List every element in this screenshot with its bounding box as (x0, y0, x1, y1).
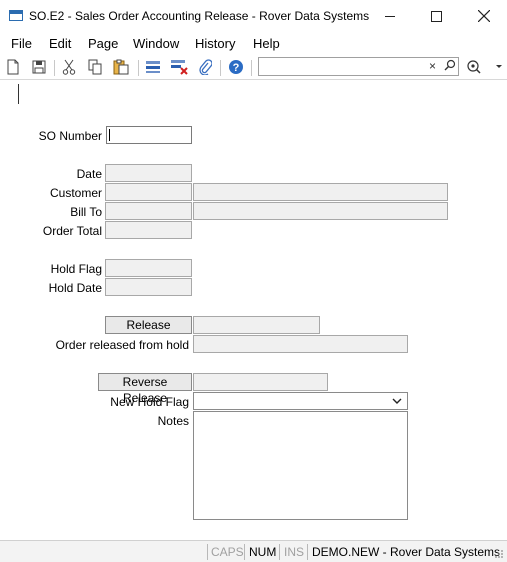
status-separator (307, 544, 308, 560)
attach-icon[interactable] (196, 58, 214, 76)
menu-help[interactable]: Help (253, 36, 280, 51)
bill-to-field[interactable] (105, 202, 192, 220)
new-document-icon[interactable] (4, 58, 22, 76)
order-released-label: Order released from hold (55, 338, 189, 352)
so-number-label: SO Number (38, 129, 102, 143)
minimize-button[interactable] (367, 0, 413, 32)
svg-text:?: ? (233, 62, 240, 74)
order-total-label: Order Total (42, 224, 102, 238)
resize-grip-icon[interactable] (494, 549, 504, 559)
system-indicator: DEMO.NEW - Rover Data Systems (312, 545, 501, 559)
cut-icon[interactable] (60, 58, 78, 76)
date-label: Date (76, 167, 102, 181)
order-total-field[interactable] (105, 221, 192, 239)
date-field[interactable] (105, 164, 192, 182)
hold-date-label: Hold Date (48, 281, 102, 295)
bill-to-name-field (193, 202, 448, 220)
menu-page[interactable]: Page (88, 36, 118, 51)
toolbar-separator (54, 60, 55, 76)
title-bar: SO.E2 - Sales Order Accounting Release -… (0, 0, 507, 32)
bill-to-label: Bill To (70, 205, 102, 219)
delete-row-icon[interactable] (170, 58, 188, 76)
ins-indicator: INS (284, 545, 305, 559)
status-separator (207, 544, 208, 560)
new-hold-flag-label: New Hold Flag (110, 395, 189, 409)
menu-edit[interactable]: Edit (49, 36, 71, 51)
menu-window[interactable]: Window (133, 36, 179, 51)
customer-name-field (193, 183, 448, 201)
customer-field[interactable] (105, 183, 192, 201)
toolbar-separator (251, 60, 252, 76)
hold-flag-label: Hold Flag (50, 262, 102, 276)
status-separator (279, 544, 280, 560)
order-released-field (193, 335, 408, 353)
window-title: SO.E2 - Sales Order Accounting Release -… (29, 9, 370, 23)
insert-row-icon[interactable] (144, 58, 162, 76)
search-options-icon[interactable] (466, 58, 484, 76)
so-number-field[interactable] (106, 126, 192, 144)
hold-flag-field[interactable] (105, 259, 192, 277)
minimize-icon (385, 15, 395, 17)
chevron-down-icon[interactable] (490, 58, 507, 76)
maximize-button[interactable] (413, 0, 459, 32)
text-cursor (18, 84, 19, 104)
release-value-field (193, 316, 320, 334)
toolbar-separator (220, 60, 221, 76)
customer-label: Customer (49, 186, 102, 200)
status-separator (244, 544, 245, 560)
menu-file[interactable]: File (11, 36, 32, 51)
hold-date-field[interactable] (105, 278, 192, 296)
notes-label: Notes (157, 414, 189, 428)
close-icon (478, 10, 490, 22)
menu-bar: File Edit Page Window History Help (0, 32, 507, 54)
maximize-icon (430, 10, 442, 22)
search-icon[interactable] (444, 59, 456, 74)
toolbar-separator (138, 60, 139, 76)
save-icon[interactable] (30, 58, 48, 76)
paste-icon[interactable] (112, 58, 130, 76)
text-caret (109, 129, 110, 141)
copy-icon[interactable] (86, 58, 104, 76)
new-hold-flag-select[interactable] (193, 392, 408, 410)
close-button[interactable] (461, 0, 507, 32)
caps-indicator: CAPS (211, 545, 244, 559)
chevron-down-icon (392, 398, 402, 404)
reverse-release-value-field (193, 373, 328, 391)
help-icon[interactable]: ? (227, 58, 245, 76)
num-indicator: NUM (249, 545, 277, 559)
release-button[interactable]: Release (105, 316, 192, 334)
menu-history[interactable]: History (195, 36, 235, 51)
app-window-icon (9, 10, 23, 21)
status-bar: CAPS NUM INS DEMO.NEW - Rover Data Syste… (0, 540, 507, 562)
reverse-release-button[interactable]: Reverse Release (98, 373, 192, 405)
notes-textarea[interactable] (193, 411, 408, 520)
clear-search-icon[interactable]: × (429, 59, 436, 73)
